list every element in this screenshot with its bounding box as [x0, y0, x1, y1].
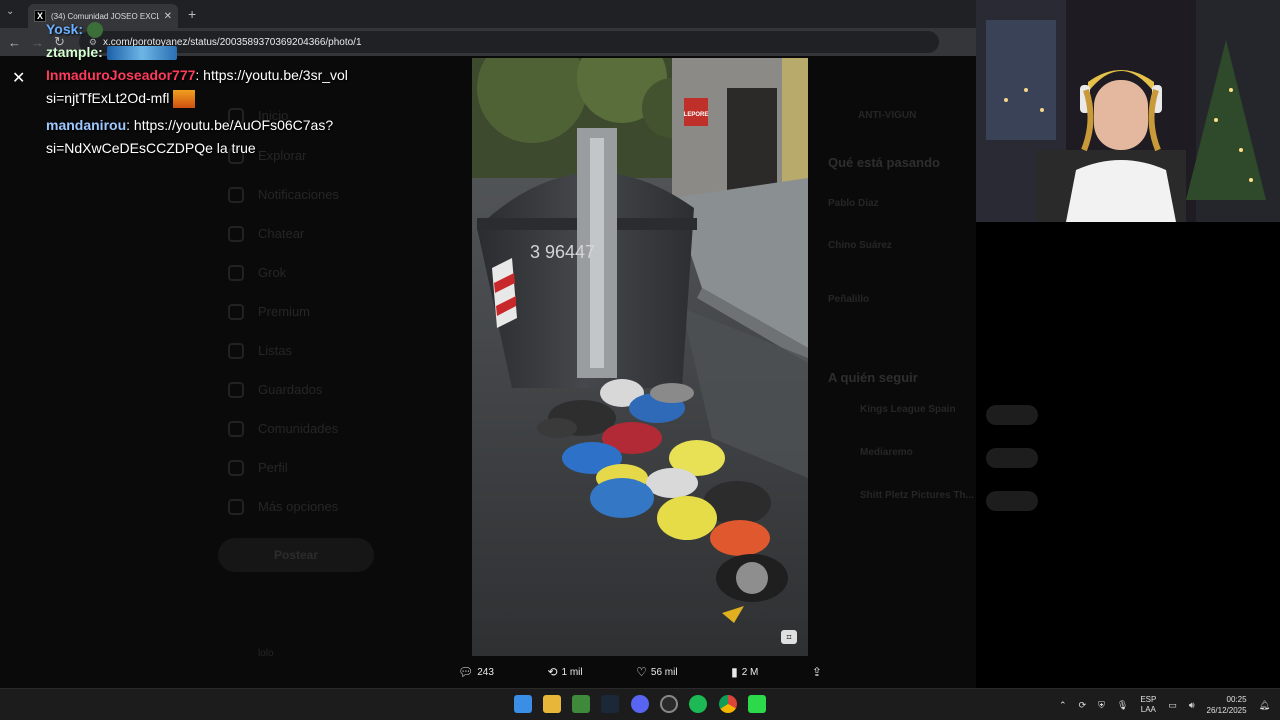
system-tray: ⌃ ⟳ ⛨ 🎙︎ ESP LAA ▭ 🔊︎ 00:25 26/12/2025 🔔…	[1059, 692, 1270, 718]
back-arrow-icon[interactable]: ←	[8, 35, 21, 50]
right-header: ANTI-VIGUN	[858, 110, 917, 121]
volume-icon[interactable]: 🔊︎	[1189, 700, 1195, 711]
bar-chart-icon: ▮	[731, 665, 738, 679]
obs-icon[interactable]	[660, 695, 678, 713]
trending-title: Qué está pasando	[828, 155, 940, 170]
follow-button	[986, 491, 1038, 511]
minecraft-icon[interactable]	[572, 695, 590, 713]
more-options-icon	[228, 499, 244, 515]
repost-icon: ⟲	[547, 665, 558, 679]
keyboard-layout: LAA	[1140, 705, 1156, 714]
trend-item: Pablo Díaz	[828, 198, 879, 209]
views-button[interactable]: ▮ 2 M	[731, 665, 758, 679]
heart-icon: ♡	[636, 665, 647, 679]
chat-username: mandanirou	[46, 117, 127, 133]
microphone-icon[interactable]: 🎙︎	[1117, 700, 1128, 711]
show-hidden-icons-chevron-icon[interactable]: ⌃	[1059, 700, 1067, 711]
security-shield-icon[interactable]: ⛨	[1098, 700, 1105, 711]
post-action-bar: 💬︎ 243 ⟲ 1 mil ♡ 56 mil ▮ 2 M ⇪	[458, 662, 822, 682]
webcam-overlay	[976, 0, 1280, 222]
nav-perfil: Perfil	[258, 460, 288, 475]
spotify-icon[interactable]	[689, 695, 707, 713]
view-count: 2 M	[741, 666, 759, 678]
language-indicator[interactable]: ESP LAA	[1140, 695, 1156, 715]
follow-button	[986, 448, 1038, 468]
stream-chat-overlay: Yosk: ztample: InmaduroJoseador777: http…	[46, 18, 376, 160]
chat-emote	[86, 22, 103, 39]
nav-comunidades: Comunidades	[258, 421, 339, 436]
windows-start-icon[interactable]	[514, 695, 532, 713]
nav-mas-opciones: Más opciones	[258, 499, 339, 514]
language-code: ESP	[1140, 695, 1157, 704]
suggested-account: Mediaremo	[860, 447, 913, 458]
who-to-follow-title: A quién seguir	[828, 370, 918, 385]
nav-notificaciones: Notificaciones	[258, 187, 339, 202]
communities-icon	[228, 421, 244, 437]
chat-emote	[173, 90, 196, 109]
nav-grok: Grok	[258, 265, 287, 280]
clock-date: 26/12/2025	[1206, 706, 1247, 715]
photo-illustration: LEPORE 3 96447	[472, 58, 808, 656]
trend-item: Chino Suárez	[828, 240, 892, 251]
container-number: 3 96447	[530, 242, 595, 262]
lists-icon	[228, 343, 244, 359]
nav-premium: Premium	[258, 304, 311, 319]
alt-text-icon[interactable]: ⌗	[781, 630, 797, 644]
x-logo-icon: X	[34, 10, 46, 22]
chat-message: Yosk:	[46, 18, 376, 41]
trend-item: Peñalillo	[828, 294, 870, 305]
nav-listas: Listas	[258, 343, 292, 358]
premium-icon	[228, 304, 244, 320]
sync-icon[interactable]: ⟳	[1079, 700, 1087, 711]
like-button[interactable]: ♡ 56 mil	[636, 665, 677, 679]
suggested-account: Shitt Pletz Pictures Th...	[860, 490, 974, 501]
file-explorer-icon[interactable]	[543, 695, 561, 713]
reply-button[interactable]: 💬︎ 243	[458, 665, 494, 679]
kick-icon[interactable]	[748, 695, 766, 713]
chat-message: ztample:	[46, 41, 376, 64]
reply-count: 243	[477, 666, 494, 678]
steam-icon[interactable]	[601, 695, 619, 713]
tab-search-chevron-icon[interactable]: ⌄	[6, 6, 14, 17]
clock-time: 00:25	[1226, 695, 1247, 704]
shop-sign: LEPORE	[684, 112, 709, 118]
bookmark-icon	[228, 382, 244, 398]
profile-name: lolo	[258, 648, 274, 659]
nav-guardados: Guardados	[258, 382, 323, 397]
chat-emote	[106, 46, 177, 61]
close-icon[interactable]: ✕	[12, 68, 25, 88]
profile-icon	[228, 460, 244, 476]
network-icon[interactable]: ▭	[1168, 700, 1177, 711]
notifications-bell-icon[interactable]: 🔔︎	[1259, 700, 1270, 711]
chrome-icon[interactable]	[719, 695, 737, 713]
chat-icon	[228, 226, 244, 242]
nav-chatear: Chatear	[258, 226, 305, 241]
chat-username: InmaduroJoseador777	[46, 67, 196, 83]
share-icon: ⇪	[811, 665, 822, 679]
suggested-account: Kings League Spain	[860, 404, 956, 415]
forward-arrow-icon[interactable]: →	[31, 35, 44, 50]
like-count: 56 mil	[650, 666, 678, 678]
share-button[interactable]: ⇪	[812, 665, 822, 679]
discord-icon[interactable]	[631, 695, 649, 713]
follow-button	[986, 405, 1038, 425]
clock[interactable]: 00:25 26/12/2025	[1207, 694, 1247, 716]
windows-taskbar: ⌃ ⟳ ⛨ 🎙︎ ESP LAA ▭ 🔊︎ 00:25 26/12/2025 🔔…	[0, 688, 1280, 720]
post-button: Postear	[218, 538, 374, 572]
repost-button[interactable]: ⟲ 1 mil	[547, 665, 582, 679]
repost-count: 1 mil	[561, 666, 583, 678]
chat-username: Yosk:	[46, 21, 84, 37]
bell-icon	[228, 187, 244, 203]
grok-icon	[228, 265, 244, 281]
chat-message: mandanirou: https://youtu.be/AuOFs06C7as…	[46, 114, 376, 160]
chat-message: InmaduroJoseador777: https://youtu.be/3s…	[46, 64, 376, 110]
post-photo[interactable]: LEPORE 3 96447	[472, 58, 808, 656]
webcam-illustration	[976, 0, 1280, 222]
reply-icon: 💬︎	[458, 665, 474, 679]
chat-username: ztample:	[46, 44, 103, 60]
